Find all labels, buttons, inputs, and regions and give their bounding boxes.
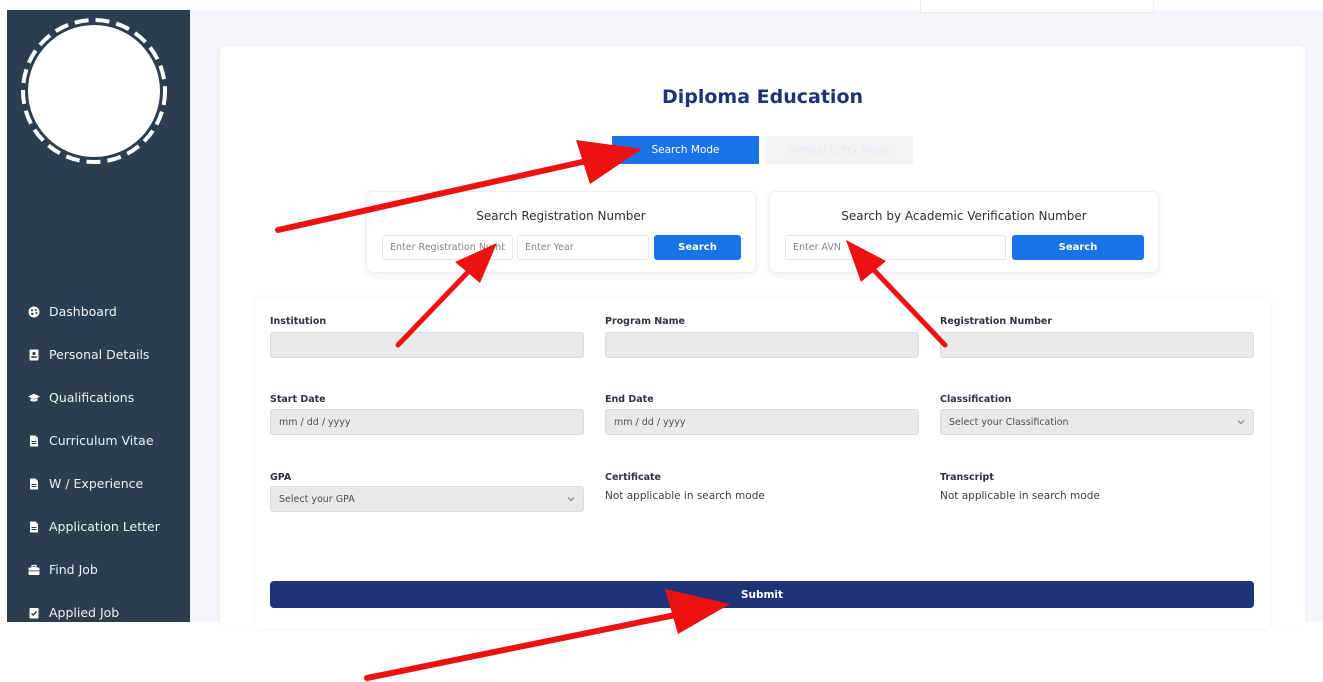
certificate-label: Certificate [605,472,661,483]
sidebar-item-curriculum-vitae[interactable]: Curriculum Vitae [7,419,190,462]
registration-number-label: Registration Number [940,316,1053,327]
sidebar-item-label: Find Job [49,562,98,577]
sidebar-item-label: Curriculum Vitae [49,433,154,448]
search-avn-button[interactable]: Search [1012,235,1144,260]
certificate-status: Not applicable in search mode [605,490,765,502]
transcript-status: Not applicable in search mode [940,490,1100,502]
search-registration-panel: Search Registration Number Search [366,191,756,273]
sidebar-item-application-letter[interactable]: Application Letter [7,505,190,548]
sidebar-item-applied-job[interactable]: Applied Job [7,591,190,634]
palette-icon [28,306,40,318]
institution-label: Institution [270,316,327,327]
sidebar-item-find-job[interactable]: Find Job [7,548,190,591]
start-date-label: Start Date [270,394,326,405]
sidebar-item-work-experience[interactable]: W / Experience [7,462,190,505]
transcript-label: Transcript [940,472,994,483]
page: Dashboard Personal Details Qualification… [0,0,1323,682]
search-avn-panel: Search by Academic Verification Number S… [769,191,1159,273]
sidebar-item-dashboard[interactable]: Dashboard [7,290,190,333]
program-name-label: Program Name [605,316,685,327]
program-name-field[interactable] [605,332,919,358]
file-icon [28,521,40,533]
avatar[interactable] [19,16,169,166]
manual-entry-mode-button[interactable]: Manual Entry Mode [765,136,913,164]
gpa-select[interactable]: Select your GPA [270,486,584,512]
briefcase-icon [28,564,40,576]
search-registration-title: Search Registration Number [476,209,646,223]
gpa-label: GPA [270,472,292,483]
classification-select[interactable]: Select your Classification [940,409,1254,435]
sidebar-item-personal-details[interactable]: Personal Details [7,333,190,376]
gpa-select-value: Select your GPA [279,493,355,505]
end-date-label: End Date [605,394,654,405]
diploma-education-card: Diploma Education Search Mode Manual Ent… [220,46,1305,628]
sidebar-item-label: W / Experience [49,476,144,491]
classification-select-value: Select your Classification [949,416,1069,428]
search-registration-button[interactable]: Search [654,235,741,260]
registration-number-field[interactable] [940,332,1254,358]
end-date-field[interactable]: mm / dd / yyyy [605,409,919,435]
id-card-icon [28,349,40,361]
sidebar-item-label: Personal Details [49,347,150,362]
year-input[interactable] [517,235,649,260]
classification-label: Classification [940,394,1012,405]
clipboard-check-icon [28,607,40,619]
sidebar: Dashboard Personal Details Qualification… [7,10,190,622]
start-date-field[interactable]: mm / dd / yyyy [270,409,584,435]
avatar-circle-icon [21,18,167,164]
sidebar-item-qualifications[interactable]: Qualifications [7,376,190,419]
sidebar-nav: Dashboard Personal Details Qualification… [7,290,190,634]
chevron-down-icon [1237,420,1245,425]
sidebar-item-label: Dashboard [49,304,117,319]
chevron-down-icon [567,497,575,502]
sidebar-item-label: Qualifications [49,390,135,405]
file-icon [28,435,40,447]
sidebar-item-label: Applied Job [49,605,120,620]
file-icon [28,478,40,490]
sidebar-item-label: Application Letter [49,519,160,534]
search-mode-button[interactable]: Search Mode [612,136,759,164]
diploma-form: Institution Program Name Registration Nu… [255,298,1270,628]
graduation-cap-icon [28,392,40,404]
avn-input[interactable] [785,235,1006,260]
top-bar-fragment [920,0,1154,13]
submit-button[interactable]: Submit [270,581,1254,608]
search-avn-title: Search by Academic Verification Number [841,209,1087,223]
registration-number-input[interactable] [382,235,513,260]
page-title: Diploma Education [661,86,864,108]
institution-field[interactable] [270,332,584,358]
